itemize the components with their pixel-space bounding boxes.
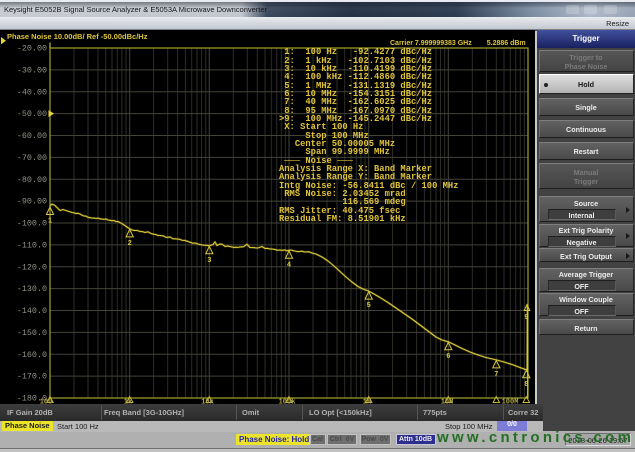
svg-text:-100.0: -100.0 xyxy=(17,219,47,229)
svg-text:8: 8 xyxy=(524,381,528,389)
svg-text:5: 5 xyxy=(367,302,371,310)
svg-text:-90.00: -90.00 xyxy=(17,197,47,207)
svg-text:3: 3 xyxy=(207,257,211,265)
svg-text:2: 2 xyxy=(128,240,132,248)
svg-text:-110.0: -110.0 xyxy=(17,241,47,251)
svg-text:9: 9 xyxy=(524,314,528,322)
svg-text:-170.0: -170.0 xyxy=(17,372,47,382)
svg-text:-160.0: -160.0 xyxy=(17,350,47,360)
svg-text:-20.00: -20.00 xyxy=(17,44,47,54)
svg-text:-30.00: -30.00 xyxy=(17,66,47,76)
svg-text:-80.00: -80.00 xyxy=(17,175,47,185)
svg-text:-120.0: -120.0 xyxy=(17,262,47,272)
svg-text:1: 1 xyxy=(48,218,52,226)
svg-text:-40.00: -40.00 xyxy=(17,87,47,97)
svg-text:-70.00: -70.00 xyxy=(17,153,47,163)
svg-text:-150.0: -150.0 xyxy=(17,328,47,338)
svg-text:-180.0: -180.0 xyxy=(17,394,47,404)
svg-text:6: 6 xyxy=(446,353,450,361)
svg-text:-140.0: -140.0 xyxy=(17,306,47,316)
svg-text:-130.0: -130.0 xyxy=(17,284,47,294)
svg-text:-50.00: -50.00 xyxy=(17,109,47,119)
svg-text:7: 7 xyxy=(494,371,498,379)
svg-text:4: 4 xyxy=(287,261,291,269)
svg-text:-60.00: -60.00 xyxy=(17,131,47,141)
